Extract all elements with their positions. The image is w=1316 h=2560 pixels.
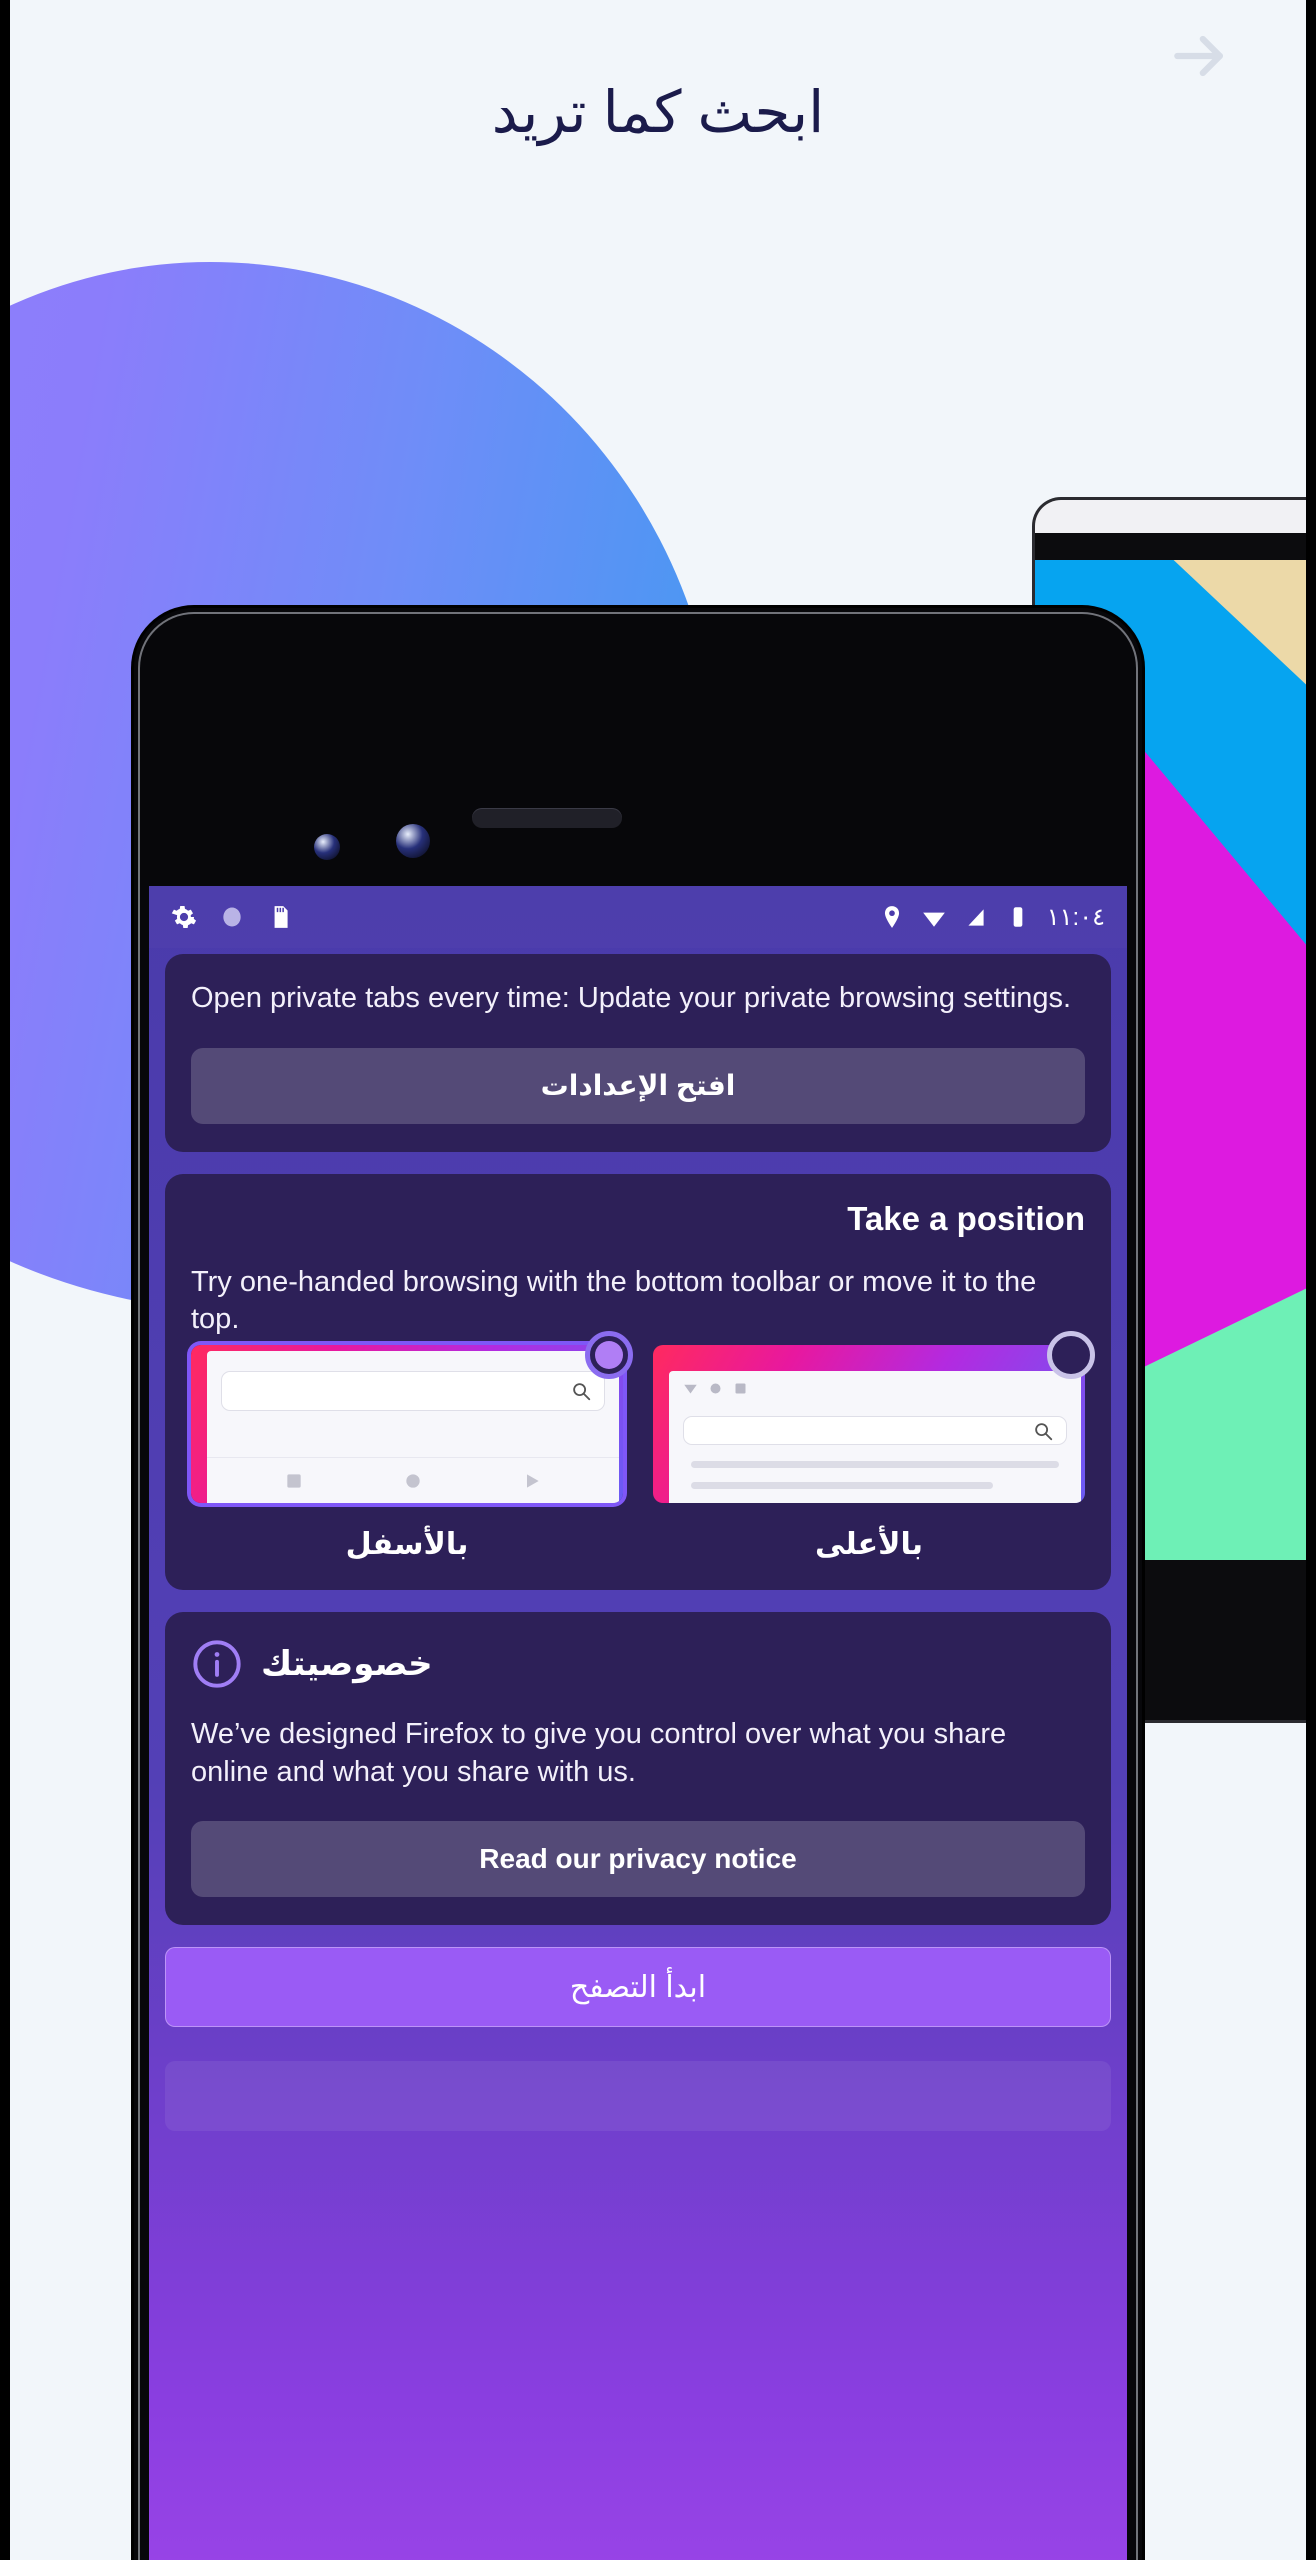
toolbar-position-card: Take a position Try one-handed browsing … [165,1173,1111,1591]
gear-icon[interactable] [171,902,197,932]
secondary-phone-top-edge [1035,500,1316,533]
letterbox-right [1306,0,1316,2560]
toolbar-position-title: Take a position [847,1199,1085,1237]
square-small-icon [735,1383,746,1394]
circle-small-icon [710,1383,721,1394]
toolbar-option-top-label: بالأعلى [815,1528,923,1562]
onboarding-card-list: Open private tabs every time: Update you… [149,948,1127,1926]
toolbar-preview-bottom[interactable] [191,1345,623,1504]
battery-icon [1005,902,1031,932]
cellular-icon [963,902,989,932]
start-browsing-button[interactable]: ابدأ التصفح [165,1947,1111,2028]
toolbar-option-bottom-label: بالأسفل [345,1528,469,1562]
stop-square-icon [287,1473,301,1488]
privacy-notice-button[interactable]: Read our privacy notice [191,1821,1085,1898]
record-circle-icon [406,1473,420,1488]
preview-content-lines [669,1461,1081,1503]
phone-screen: ١١:٠٤ Open private tabs every time: Upda… [149,886,1127,2560]
sdcard-icon [267,902,293,932]
preview-url-bar-top [683,1416,1067,1446]
arrow-right-icon[interactable] [1166,22,1234,90]
open-settings-button[interactable]: افتح الإعدادات [191,1047,1085,1124]
toolbar-option-bottom[interactable]: بالأسفل [191,1331,633,1562]
search-icon [1035,1422,1053,1440]
preview-top-icons [669,1371,1081,1396]
primary-phone: ١١:٠٤ Open private tabs every time: Upda… [134,608,1142,2560]
preview-nav-row [207,1457,619,1503]
private-browsing-text: Open private tabs every time: Update you… [191,982,1072,1014]
page-title: ابحث كما تريد [491,80,825,145]
status-bar-clock: ١١:٠٤ [1046,903,1105,931]
earpiece-speaker [472,808,622,828]
toolbar-position-text: Try one-handed browsing with the bottom … [191,1265,1037,1336]
sensor-icon [396,824,430,858]
next-card-peek [165,2061,1111,2132]
wifi-icon [921,902,947,932]
info-icon [191,1638,243,1690]
search-icon [573,1383,591,1401]
private-browsing-card: Open private tabs every time: Update you… [165,954,1111,1152]
wifi-small-icon [684,1384,697,1394]
screenshot-stage: ابحث كما تريد ١١:٠٤ Open private tabs ev… [0,0,1316,2560]
phone-top-bezel [134,608,1142,860]
privacy-card-title: خصوصيتك [261,1645,433,1684]
privacy-card-text: We’ve designed Firefox to give you contr… [191,1718,1007,1788]
location-icon [879,902,905,932]
toolbar-option-top[interactable]: بالأعلى [653,1331,1095,1562]
circle-icon [219,902,245,932]
toolbar-position-picker: بالأسفل بالأعلى [191,1331,1095,1562]
radio-top-unselected[interactable] [1047,1331,1095,1380]
preview-url-bar-bottom [221,1371,605,1412]
toolbar-preview-top[interactable] [653,1345,1085,1504]
radio-bottom-selected[interactable] [585,1331,633,1380]
privacy-card: خصوصيتك We’ve designed Firefox to give y… [165,1612,1111,1926]
status-bar: ١١:٠٤ [149,886,1127,948]
letterbox-left [0,0,10,2560]
play-triangle-icon [526,1473,539,1488]
front-camera-icon [314,834,340,860]
